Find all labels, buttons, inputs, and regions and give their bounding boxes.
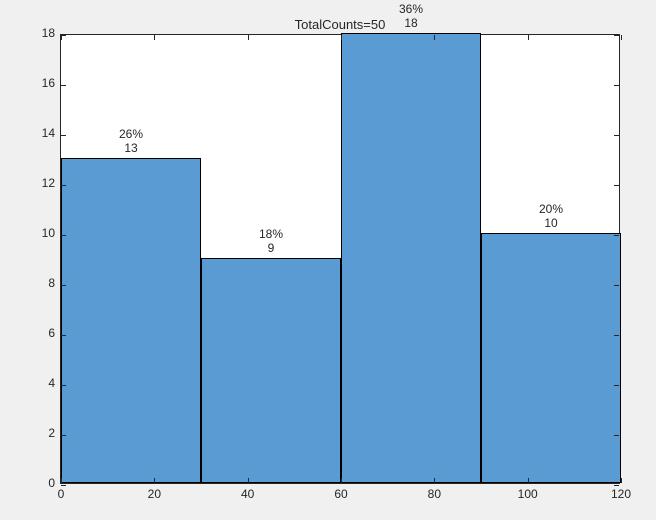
bar-pct-1: 18%	[259, 228, 283, 242]
xtick-5: 100	[518, 487, 538, 501]
bar-3	[481, 233, 621, 483]
ytick-9: 18	[42, 26, 55, 40]
bar-pct-3: 20%	[539, 203, 563, 217]
bar-2	[341, 33, 481, 483]
axes: TotalCounts=50 26% 13 18% 9 36% 18 20% 1…	[60, 34, 620, 484]
ytick-5: 10	[42, 226, 55, 240]
bar-1	[201, 258, 341, 483]
xtick-6: 120	[611, 487, 631, 501]
bar-label-0: 26% 13	[119, 128, 143, 156]
bar-cnt-3: 10	[539, 217, 563, 231]
xtick-2: 40	[241, 487, 254, 501]
xtick-0: 0	[58, 487, 65, 501]
ytick-1: 2	[48, 426, 55, 440]
xtick-1: 20	[148, 487, 161, 501]
bar-pct-2: 36%	[399, 3, 423, 17]
bar-cnt-1: 9	[259, 242, 283, 256]
xtick-4: 80	[428, 487, 441, 501]
ytick-8: 16	[42, 76, 55, 90]
ytick-6: 12	[42, 176, 55, 190]
bar-label-1: 18% 9	[259, 228, 283, 256]
bar-pct-0: 26%	[119, 128, 143, 142]
ytick-2: 4	[48, 376, 55, 390]
bar-cnt-2: 18	[399, 17, 423, 31]
ytick-4: 8	[48, 276, 55, 290]
figure-window: TotalCounts=50 26% 13 18% 9 36% 18 20% 1…	[0, 0, 656, 520]
bar-cnt-0: 13	[119, 142, 143, 156]
xtick-3: 60	[334, 487, 347, 501]
chart-title: TotalCounts=50	[295, 17, 386, 32]
bar-0	[61, 158, 201, 483]
bar-label-2: 36% 18	[399, 3, 423, 31]
ytick-7: 14	[42, 126, 55, 140]
bar-label-3: 20% 10	[539, 203, 563, 231]
ytick-0: 0	[48, 476, 55, 490]
ytick-3: 6	[48, 326, 55, 340]
